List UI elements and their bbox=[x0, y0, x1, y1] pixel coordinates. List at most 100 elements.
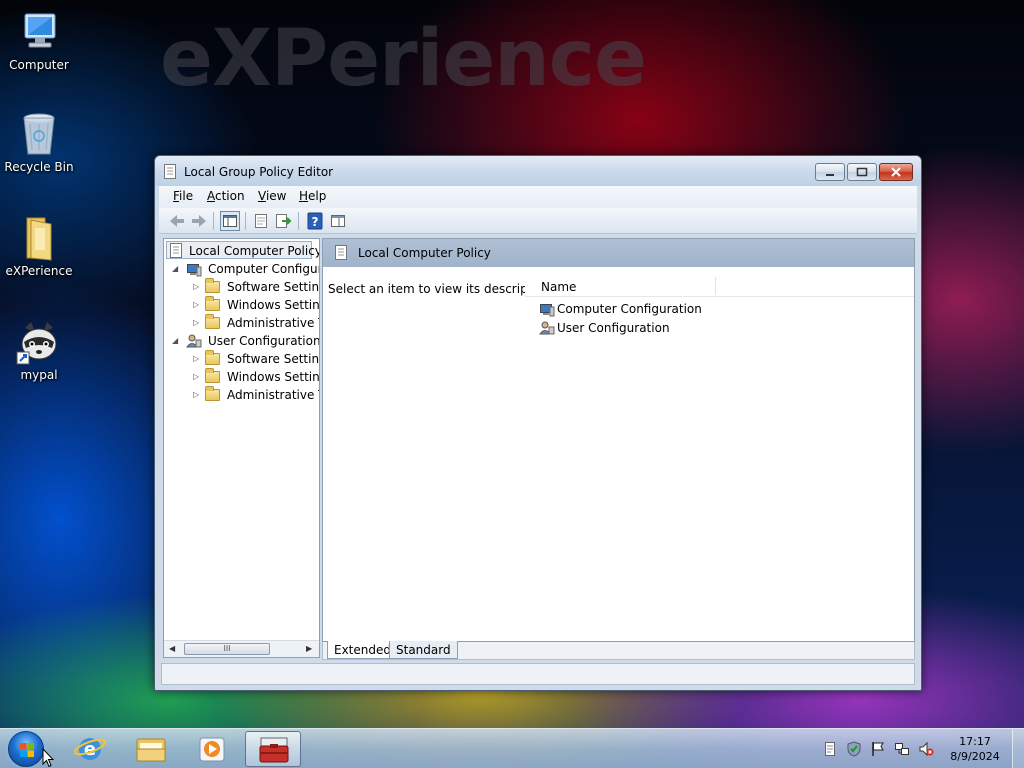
tree-item-label: User Configuration bbox=[208, 334, 320, 348]
column-divider[interactable] bbox=[715, 277, 716, 295]
collapse-arrow-icon[interactable]: ◢ bbox=[172, 264, 180, 274]
forward-arrow-icon[interactable] bbox=[189, 211, 209, 231]
menu-help[interactable]: Help bbox=[299, 189, 326, 203]
minimize-button[interactable] bbox=[815, 163, 845, 181]
expand-arrow-icon[interactable]: ▷ bbox=[193, 372, 201, 382]
status-bar bbox=[161, 663, 915, 685]
show-desktop-button[interactable] bbox=[1012, 729, 1024, 768]
description-text: Select an item to view its description. bbox=[328, 282, 555, 296]
tree-item-user-configuration[interactable]: ◢ User Configuration bbox=[164, 332, 320, 350]
clock-time: 17:17 bbox=[959, 735, 991, 748]
scrollbar-thumb[interactable]: III bbox=[184, 643, 270, 655]
view-tabs: Extended Standard bbox=[322, 641, 915, 660]
toolbar: ? bbox=[159, 208, 917, 234]
desktop-icon-recycle-bin[interactable]: Recycle Bin bbox=[0, 110, 78, 174]
clock-date: 8/9/2024 bbox=[950, 750, 1000, 763]
description-area: Select an item to view its description. bbox=[323, 267, 554, 641]
network-icon[interactable] bbox=[894, 741, 910, 757]
group-policy-editor-window: Local Group Policy Editor File Action Vi… bbox=[154, 155, 922, 691]
show-action-pane-icon[interactable] bbox=[328, 211, 348, 231]
list-item-label: User Configuration bbox=[557, 321, 670, 335]
minimize-icon bbox=[826, 174, 834, 176]
export-list-icon[interactable] bbox=[273, 211, 293, 231]
mouse-pointer-icon bbox=[42, 747, 55, 768]
title-bar[interactable]: Local Group Policy Editor bbox=[155, 156, 921, 186]
desktop-icon-computer[interactable]: Computer bbox=[0, 8, 78, 72]
security-icon[interactable] bbox=[846, 741, 862, 757]
properties-icon[interactable] bbox=[251, 211, 271, 231]
tree-item-software-settings[interactable]: ▷ Software Settings bbox=[164, 350, 320, 368]
folder-icon bbox=[205, 296, 220, 311]
internet-explorer-icon: e bbox=[73, 738, 107, 760]
computer-config-icon bbox=[539, 301, 555, 320]
start-button[interactable] bbox=[8, 731, 44, 767]
desktop-icon-mypal[interactable]: mypal bbox=[0, 318, 78, 382]
folder-icon bbox=[205, 278, 220, 293]
column-header-name[interactable]: Name bbox=[541, 280, 576, 294]
user-config-icon bbox=[539, 320, 555, 339]
tab-standard[interactable]: Standard bbox=[389, 641, 458, 659]
folder-icon bbox=[205, 386, 220, 401]
toolbar-separator bbox=[213, 212, 214, 230]
tree-item-administrative-templates[interactable]: ▷ Administrative Te bbox=[164, 314, 319, 332]
taskbar-internet-explorer[interactable]: e bbox=[62, 731, 118, 767]
back-arrow-icon[interactable] bbox=[167, 211, 187, 231]
tree-item-label: Software Settings bbox=[227, 352, 320, 366]
expand-arrow-icon[interactable]: ▷ bbox=[193, 354, 201, 364]
scroll-left-arrow-icon[interactable]: ◀ bbox=[169, 644, 175, 653]
desktop-icon-experience-folder[interactable]: eXPerience bbox=[0, 214, 78, 278]
tree-horizontal-scrollbar[interactable]: ◀ III ▶ bbox=[164, 640, 319, 657]
taskbar: e 17:17 8/9/2024 bbox=[0, 728, 1024, 768]
tree-item-label: Windows Setting bbox=[227, 370, 320, 384]
system-clock[interactable]: 17:17 8/9/2024 bbox=[942, 734, 1008, 764]
action-center-flag-icon[interactable] bbox=[870, 741, 886, 757]
desktop-icon-label: Recycle Bin bbox=[4, 160, 74, 174]
desktop-watermark: eXPerience bbox=[160, 14, 647, 104]
tree-item-computer-configuration[interactable]: ◢ Computer Configura bbox=[164, 260, 320, 278]
collapse-arrow-icon[interactable]: ◢ bbox=[172, 336, 180, 346]
media-player-icon bbox=[199, 737, 225, 762]
tree-item-label: Local Computer Policy bbox=[189, 244, 320, 258]
details-pane: Local Computer Policy Select an item to … bbox=[322, 238, 915, 642]
taskbar-group-policy-editor[interactable] bbox=[245, 731, 301, 767]
desktop-icon-label: Computer bbox=[9, 58, 69, 72]
tree-item-label: Windows Setting bbox=[227, 298, 320, 312]
tree-item-windows-settings[interactable]: ▷ Windows Setting bbox=[164, 296, 320, 314]
taskbar-windows-explorer[interactable] bbox=[123, 731, 179, 767]
menu-file[interactable]: File bbox=[173, 189, 193, 203]
expand-arrow-icon[interactable]: ▷ bbox=[193, 318, 201, 328]
tree-item-administrative-templates[interactable]: ▷ Administrative Te bbox=[164, 386, 319, 404]
scroll-right-arrow-icon[interactable]: ▶ bbox=[306, 644, 312, 653]
tree-item-label: Administrative Te bbox=[227, 316, 319, 330]
windows-explorer-icon bbox=[136, 738, 166, 762]
svg-text:?: ? bbox=[312, 215, 319, 229]
close-button[interactable] bbox=[879, 163, 913, 181]
menu-view[interactable]: View bbox=[258, 189, 286, 203]
scrollbar-grip: III bbox=[223, 644, 231, 653]
expand-arrow-icon[interactable]: ▷ bbox=[193, 300, 201, 310]
volume-muted-icon[interactable] bbox=[918, 741, 934, 757]
menu-bar: File Action View Help bbox=[159, 186, 917, 208]
tree-item-software-settings[interactable]: ▷ Software Settings bbox=[164, 278, 319, 296]
show-hide-tree-icon[interactable] bbox=[220, 211, 240, 231]
recycle-bin-icon bbox=[15, 110, 63, 158]
tree-item-local-computer-policy[interactable]: Local Computer Policy bbox=[168, 242, 320, 261]
notes-icon[interactable] bbox=[822, 741, 838, 757]
toolbar-separator bbox=[245, 212, 246, 230]
items-list[interactable]: Name Computer Configuration User Configu… bbox=[525, 267, 914, 641]
tab-extended[interactable]: Extended bbox=[327, 641, 398, 659]
folder-icon bbox=[205, 350, 220, 365]
help-icon[interactable]: ? bbox=[305, 211, 325, 231]
console-tree[interactable]: Local Computer Policy ◢ Computer Configu… bbox=[163, 238, 320, 658]
policy-document-icon bbox=[170, 243, 182, 261]
expand-arrow-icon[interactable]: ▷ bbox=[193, 282, 201, 292]
taskbar-media-player[interactable] bbox=[184, 731, 240, 767]
maximize-button[interactable] bbox=[847, 163, 877, 181]
expand-arrow-icon[interactable]: ▷ bbox=[193, 390, 201, 400]
list-item-label: Computer Configuration bbox=[557, 302, 702, 316]
menu-action[interactable]: Action bbox=[207, 189, 245, 203]
desktop-icon-label: eXPerience bbox=[5, 264, 73, 278]
tree-item-windows-settings[interactable]: ▷ Windows Setting bbox=[164, 368, 320, 386]
window-title: Local Group Policy Editor bbox=[184, 165, 334, 179]
tree-item-label: Computer Configura bbox=[208, 262, 320, 276]
